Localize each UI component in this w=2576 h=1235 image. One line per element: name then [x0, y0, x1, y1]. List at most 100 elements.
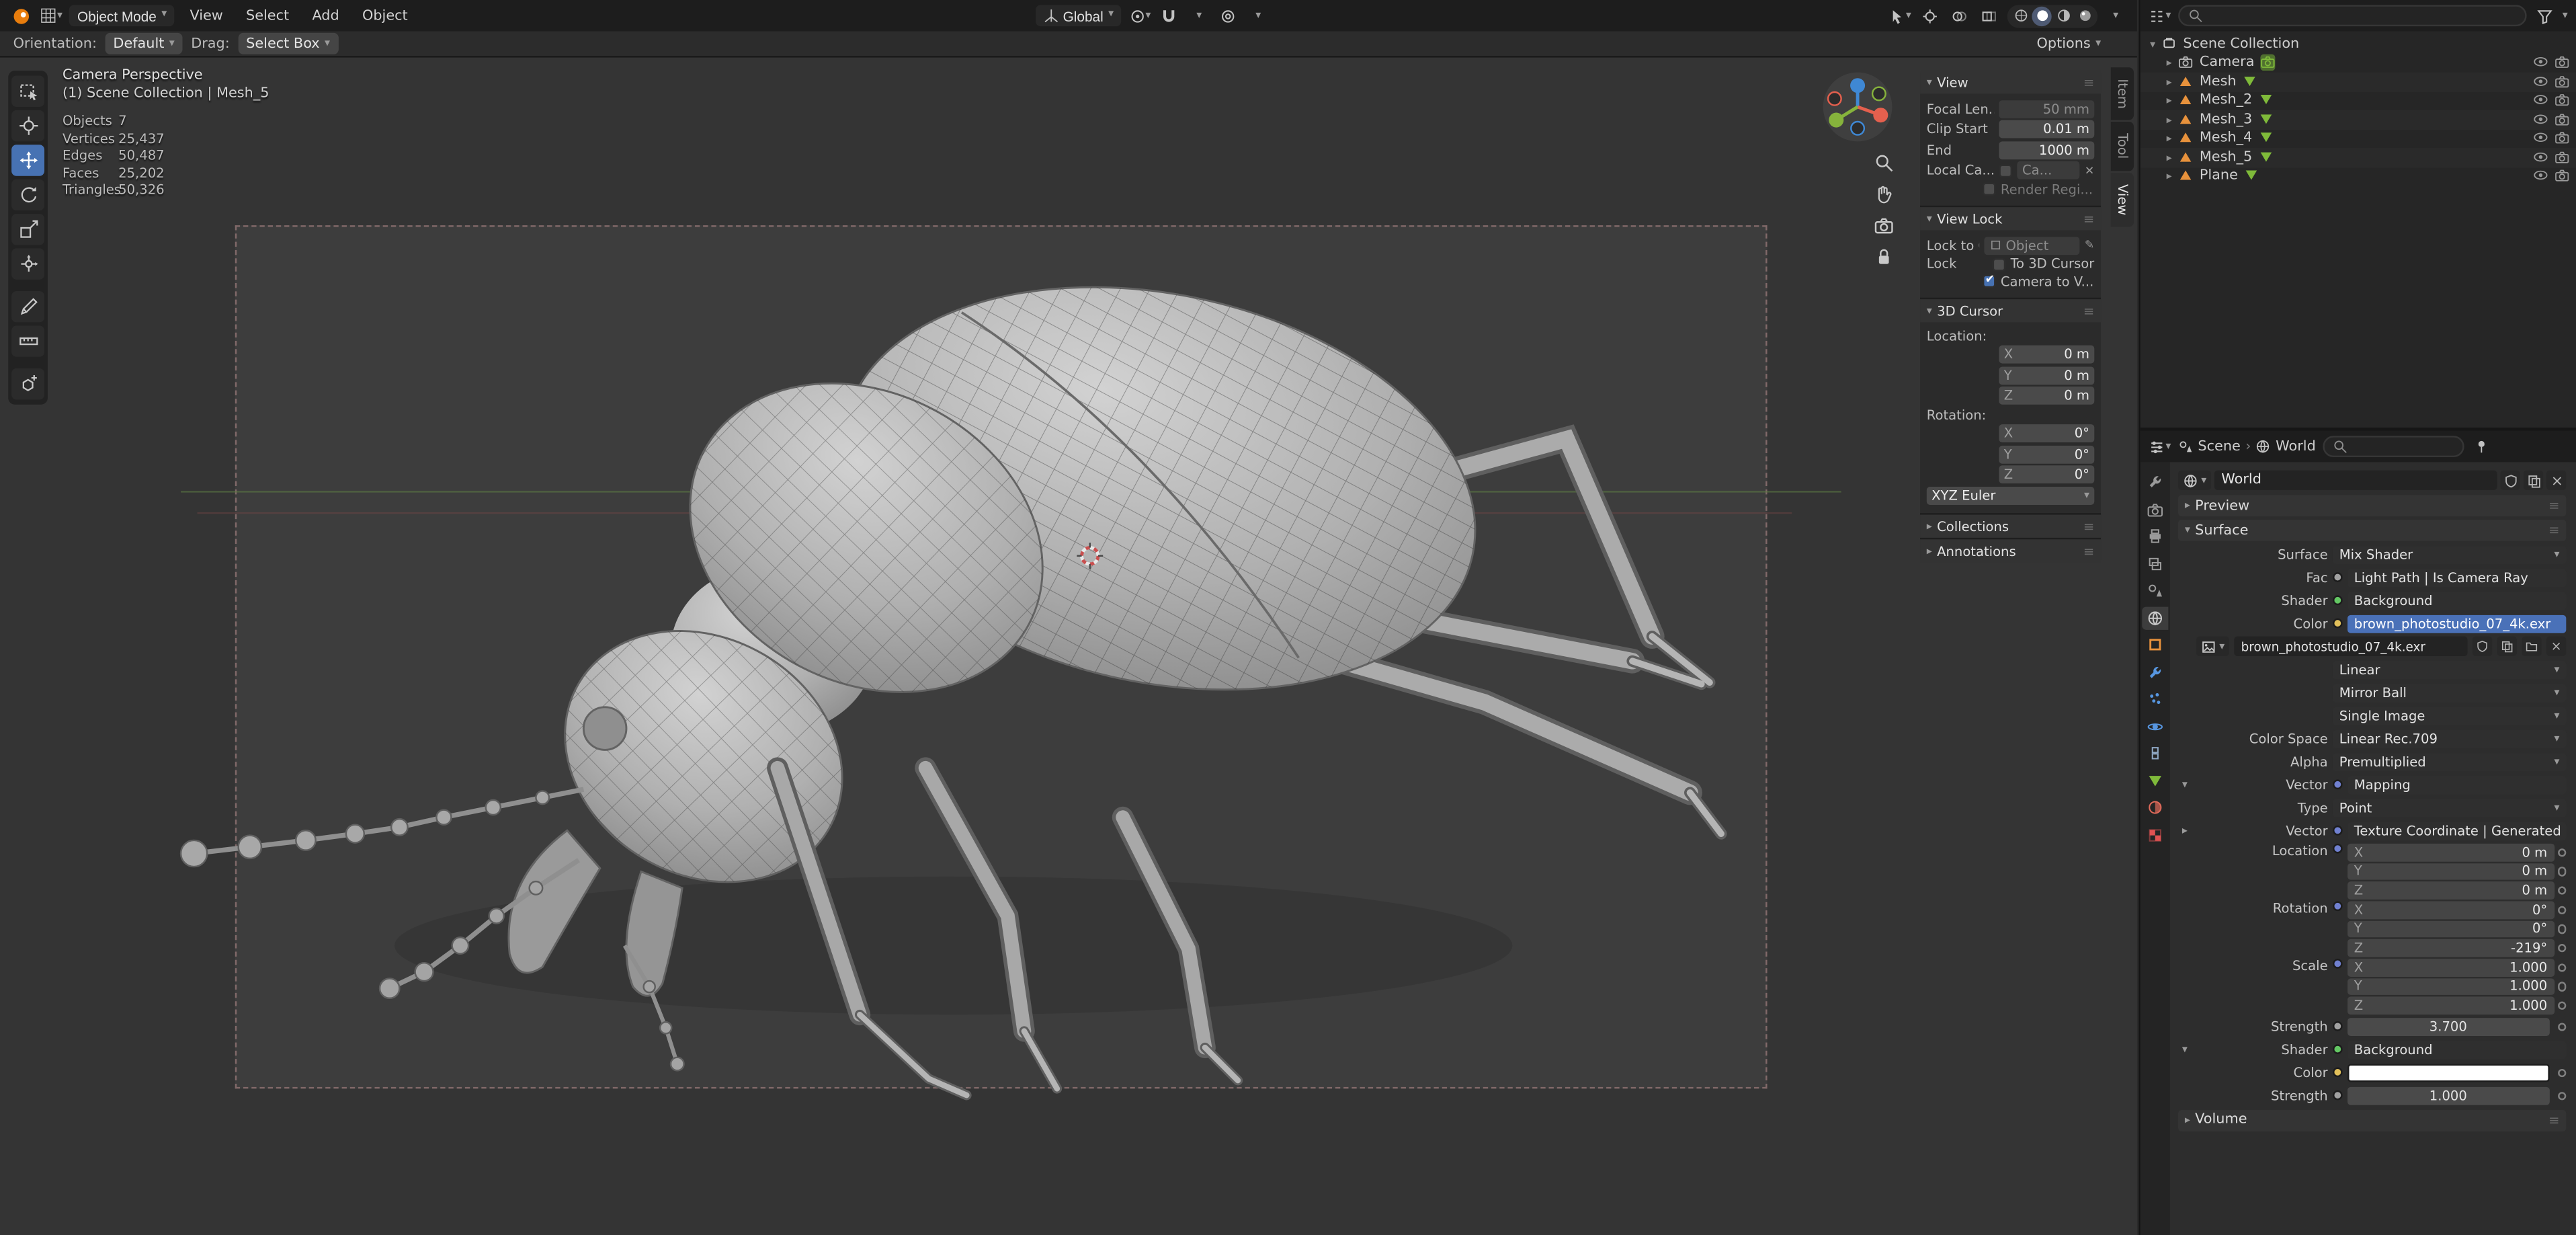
outliner-row-mesh_3[interactable]: ▸Mesh_3 [2141, 110, 2576, 129]
rotate-tool[interactable] [11, 180, 44, 210]
camera-to-view-checkbox[interactable] [1983, 274, 1996, 288]
properties-tab-modifiers[interactable] [2142, 660, 2168, 683]
properties-tab-scene[interactable] [2142, 579, 2168, 602]
sidebar-tab-view[interactable]: View [2111, 172, 2134, 227]
panel-surface-header[interactable]: ▾ Surface ≡ [2178, 520, 2566, 541]
surface-select[interactable]: Mix Shader▾ [2333, 545, 2566, 564]
outliner-row-plane[interactable]: ▸Plane [2141, 167, 2576, 186]
panel-view-lock-header[interactable]: ▾ View Lock ≡ [1920, 207, 2101, 230]
hide-eye-icon[interactable] [2533, 130, 2548, 147]
options-menu[interactable]: Options ▾ [2037, 36, 2102, 52]
object-type-visibility-select[interactable]: ▾ [1889, 4, 1912, 27]
scale-tool[interactable] [11, 214, 44, 245]
add-cube-tool[interactable] [11, 368, 44, 399]
editor-type-select[interactable]: ▾ [40, 4, 63, 27]
properties-tab-view-layer[interactable] [2142, 552, 2168, 575]
panel-view-header[interactable]: ▾ View ≡ [1920, 71, 2101, 93]
proportional-falloff-select[interactable]: ▾ [1247, 4, 1270, 27]
number-field[interactable]: 1.000 [2348, 1086, 2549, 1105]
node-link-field[interactable]: Texture Coordinate | Generated [2348, 822, 2566, 840]
properties-tab-object[interactable] [2142, 633, 2168, 656]
properties-tab-material[interactable] [2142, 796, 2168, 819]
type-select[interactable]: Point▾ [2333, 799, 2566, 818]
eyedropper-icon[interactable]: ✎ [2085, 239, 2094, 252]
subpanel-collapse-icon[interactable]: ▾ [2178, 1041, 2192, 1058]
disable-render-icon[interactable] [2554, 130, 2569, 147]
decorator-icon[interactable] [2557, 943, 2566, 952]
render-region-checkbox[interactable] [1983, 183, 1996, 196]
focal-length-field[interactable]: 50 mm [1999, 99, 2094, 118]
decorator-icon[interactable] [2557, 867, 2566, 875]
camera-view-icon[interactable] [1874, 215, 1894, 235]
properties-search-input[interactable] [2323, 436, 2464, 457]
open-image-icon[interactable] [2522, 637, 2541, 656]
outliner-row-mesh_4[interactable]: ▸Mesh_4 [2141, 129, 2576, 148]
drag-value-select[interactable]: Select Box ▾ [238, 33, 338, 54]
subpanel-expand-icon[interactable]: ▸ [2178, 823, 2192, 839]
move-tool[interactable] [11, 145, 44, 175]
properties-tab-particles[interactable] [2142, 687, 2168, 710]
expand-icon[interactable]: ▸ [2163, 113, 2175, 126]
node-link-field[interactable]: Light Path | Is Camera Ray [2348, 568, 2566, 587]
viewport-3d[interactable]: Camera Perspective (1) Scene Collection … [0, 58, 2137, 1235]
disable-render-icon[interactable] [2554, 73, 2569, 89]
decorator-icon[interactable] [2557, 963, 2566, 971]
color-swatch[interactable] [2348, 1064, 2549, 1082]
transform-tool[interactable] [11, 248, 44, 279]
world-name-field[interactable]: World [2215, 471, 2497, 490]
unlink-icon[interactable] [2546, 471, 2566, 490]
annotate-tool[interactable] [11, 291, 44, 322]
location-y-field[interactable]: Y0 m [2348, 863, 2554, 880]
transform-orientation-select[interactable]: Global ▾ [1035, 5, 1122, 26]
rotation-x-field[interactable]: X0° [2348, 901, 2554, 918]
decorator-icon[interactable] [2557, 906, 2566, 914]
pin-icon[interactable] [2470, 435, 2493, 458]
alpha-select[interactable]: Premultiplied▾ [2333, 752, 2566, 771]
decorator-icon[interactable] [2557, 1068, 2566, 1077]
hide-eye-icon[interactable] [2533, 73, 2548, 89]
proportional-editing-toggle[interactable] [1217, 4, 1240, 27]
scale-y-field[interactable]: Y1.000 [2348, 978, 2554, 995]
panel-volume-header[interactable]: ▸ Volume ≡ [2178, 1109, 2566, 1131]
properties-tab-output[interactable] [2142, 524, 2168, 547]
new-copy-icon[interactable] [2497, 637, 2517, 656]
blender-logo-menu[interactable] [10, 4, 33, 27]
expand-icon[interactable]: ▸ [2163, 75, 2175, 89]
single-image-select[interactable]: Single Image▾ [2333, 707, 2566, 725]
properties-tab-object-data[interactable] [2142, 769, 2168, 792]
properties-tab-texture[interactable] [2142, 823, 2168, 846]
menu-view[interactable]: View [181, 7, 231, 24]
disable-render-icon[interactable] [2554, 54, 2569, 71]
panel-preview-header[interactable]: ▸ Preview ≡ [2178, 495, 2566, 516]
outliner-row-mesh_2[interactable]: ▸Mesh_2 [2141, 91, 2576, 110]
image-browse-select[interactable]: ▾ [2196, 637, 2230, 656]
panel-annotations-header[interactable]: ▸ Annotations ≡ [1920, 539, 2101, 562]
disable-render-icon[interactable] [2554, 149, 2569, 165]
node-link-field[interactable]: Mapping [2348, 775, 2566, 794]
node-link-field[interactable]: Background [2348, 1040, 2566, 1059]
scale-x-field[interactable]: X1.000 [2348, 959, 2554, 976]
zoom-icon[interactable] [1874, 153, 1894, 172]
cursor-rotation-y[interactable]: Y0° [1999, 445, 2094, 463]
properties-tab-render[interactable] [2142, 497, 2168, 520]
navigation-gizmo[interactable] [1821, 71, 1894, 143]
decorator-icon[interactable] [2557, 848, 2566, 856]
outliner-row-mesh[interactable]: ▸Mesh [2141, 73, 2576, 91]
chevron-down-icon[interactable]: ▾ [2563, 10, 2568, 21]
menu-object[interactable]: Object [354, 7, 416, 24]
new-copy-icon[interactable] [2524, 471, 2543, 490]
rotation-order-select[interactable]: XYZ Euler▾ [1927, 486, 2095, 504]
hide-eye-icon[interactable] [2533, 149, 2548, 165]
expand-icon[interactable]: ▾ [2147, 38, 2159, 51]
toggle-perspective-lock-icon[interactable] [1874, 247, 1894, 266]
properties-editor-type-select[interactable]: ▾ [2149, 435, 2171, 458]
fake-user-shield-icon[interactable] [2500, 471, 2520, 490]
location-x-field[interactable]: X0 m [2348, 844, 2554, 861]
clear-icon[interactable]: ✕ [2085, 163, 2094, 177]
unlink-icon[interactable] [2546, 637, 2566, 656]
sidebar-tab-item[interactable]: Item [2111, 67, 2134, 120]
properties-tab-constraints[interactable] [2142, 742, 2168, 764]
properties-tab-world[interactable] [2142, 606, 2168, 629]
breadcrumb-scene[interactable]: Scene [2198, 438, 2240, 454]
shading-solid-button[interactable] [2032, 6, 2051, 26]
